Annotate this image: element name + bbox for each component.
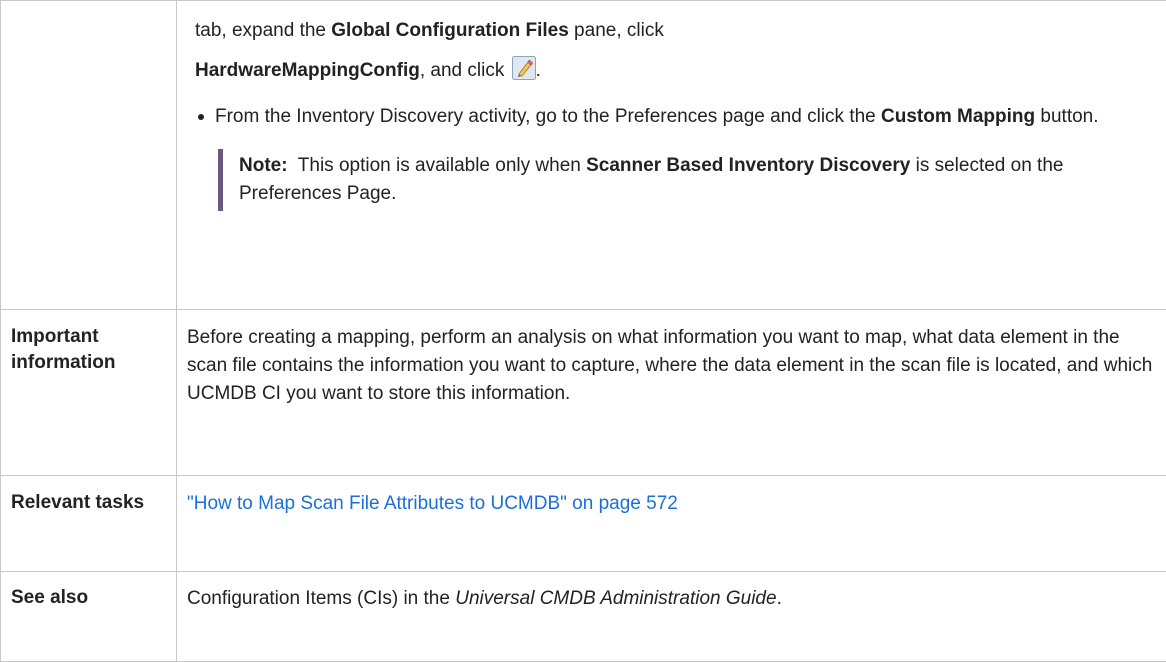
row-content: Before creating a mapping, perform an an… — [177, 310, 1166, 476]
global-config-files-label: Global Configuration Files — [331, 20, 569, 41]
note-box: Note: This option is available only when… — [218, 149, 1116, 211]
hardware-mapping-config-label: HardwareMappingConfig — [195, 60, 420, 81]
bullet-dot — [198, 114, 204, 120]
row-label-relevant-tasks: Relevant tasks — [1, 476, 177, 572]
pencil-edit-icon — [512, 55, 536, 79]
table-row: Important information Before creating a … — [1, 310, 1166, 476]
row-content: "How to Map Scan File Attributes to UCMD… — [177, 476, 1166, 572]
row-label-important-information: Important information — [1, 310, 177, 476]
info-table: tab, expand the Global Configuration Fil… — [0, 0, 1166, 662]
scanner-based-label: Scanner Based Inventory Discovery — [586, 155, 910, 176]
custom-mapping-label: Custom Mapping — [881, 106, 1035, 127]
table-row: Relevant tasks "How to Map Scan File Att… — [1, 476, 1166, 572]
table-row: See also Configuration Items (CIs) in th… — [1, 572, 1166, 662]
note-label: Note: — [239, 155, 288, 176]
row-content: Configuration Items (CIs) in the Univers… — [177, 572, 1166, 662]
row-content: tab, expand the Global Configuration Fil… — [177, 1, 1166, 310]
table-row: tab, expand the Global Configuration Fil… — [1, 1, 1166, 310]
guide-title: Universal CMDB Administration Guide — [455, 588, 776, 609]
row-label-see-also: See also — [1, 572, 177, 662]
continuation-text: tab, expand the Global Configuration Fil… — [195, 11, 1156, 91]
how-to-map-link[interactable]: "How to Map Scan File Attributes to UCMD… — [187, 493, 678, 514]
row-label-empty — [1, 1, 177, 310]
list-item: From the Inventory Discovery activity, g… — [195, 103, 1116, 131]
